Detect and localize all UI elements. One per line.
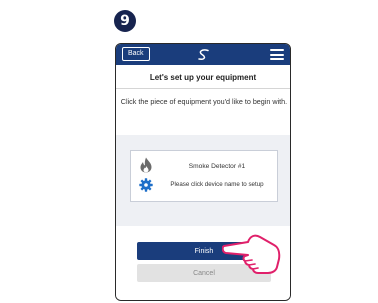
instruction-text: Click the piece of equipment you'd like … — [120, 97, 288, 106]
device-card[interactable]: Smoke Detector #1 Please click device na… — [130, 150, 278, 202]
divider — [116, 88, 290, 89]
page-title: Let's set up your equipment — [149, 73, 257, 82]
gear-icon — [139, 178, 153, 192]
hamburger-menu-icon[interactable] — [270, 49, 284, 60]
device-name-link[interactable]: Smoke Detector #1 — [159, 163, 275, 170]
swirl-logo-icon — [198, 49, 209, 60]
flame-icon — [140, 157, 152, 173]
device-hint-text: Please click device name to setup — [170, 181, 264, 188]
back-button[interactable]: Back — [122, 47, 150, 61]
pointing-hand-icon — [222, 234, 281, 274]
step-number-badge: 9 — [114, 10, 136, 32]
header-section: Let's set up your equipment Click the pi… — [116, 65, 290, 135]
top-bar: Back — [116, 44, 290, 65]
